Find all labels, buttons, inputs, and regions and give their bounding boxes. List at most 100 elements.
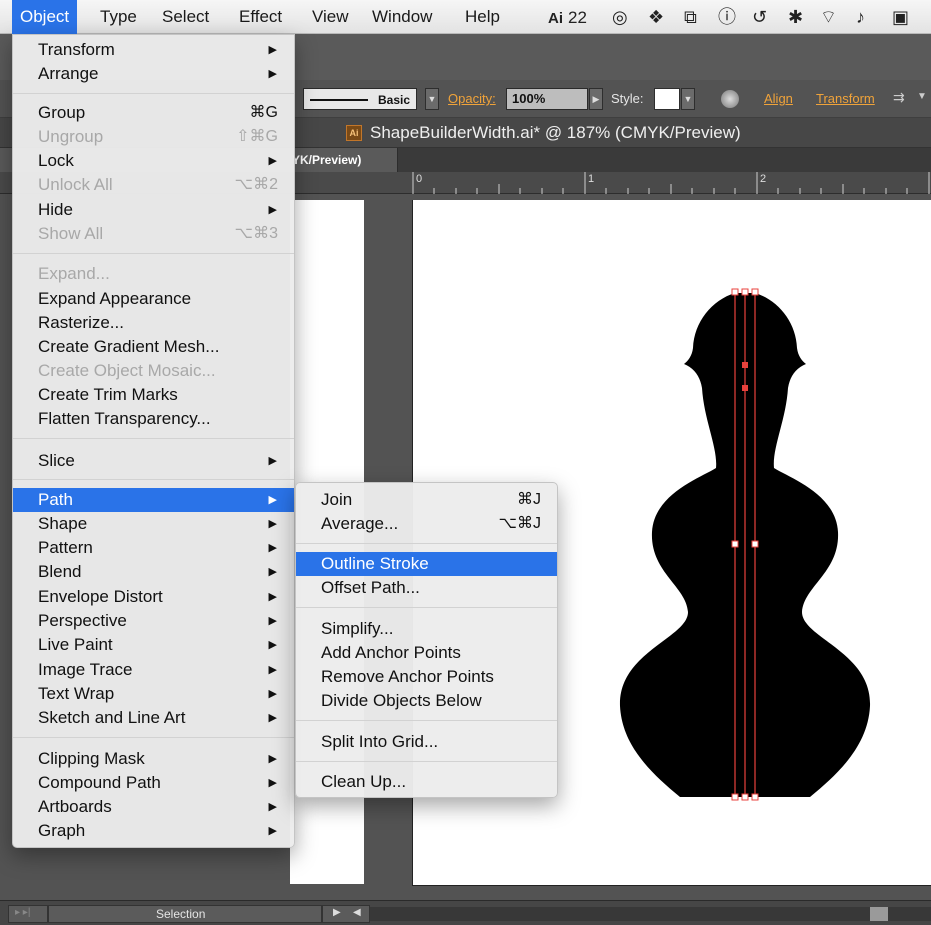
menu-item-live-paint[interactable]: Live Paint ▶ [13, 633, 294, 657]
menu-item-pattern[interactable]: Pattern ▶ [13, 536, 294, 560]
menu-shortcut: ⌥⌘3 [234, 225, 278, 242]
menu-shortcut: ⌥⌘J [498, 515, 541, 532]
menu-item-join[interactable]: Join ⌘J [296, 488, 557, 512]
menu-item-label: Average... [321, 514, 399, 533]
path-submenu: Join ⌘J Average... ⌥⌘J Outline Stroke Offs… [295, 482, 558, 798]
menu-item-label: Flatten Transparency... [38, 409, 211, 428]
menu-item-outline-stroke[interactable]: Outline Stroke [296, 552, 557, 576]
menu-item-envelope-distort[interactable]: Envelope Distort ▶ [13, 585, 294, 609]
menu-item-label: Sketch and Line Art [38, 708, 186, 727]
submenu-arrow-icon: ▶ [268, 801, 277, 813]
menu-item-label: Rasterize... [38, 313, 124, 332]
menu-item-label: Pattern [38, 538, 93, 557]
submenu-arrow-icon: ▶ [268, 204, 277, 216]
menu-separator [296, 607, 557, 608]
object-menu: Transform ▶ Arrange ▶ Group ⌘G Ungroup ⇧⌘G L… [12, 34, 295, 848]
menu-item-transform[interactable]: Transform ▶ [13, 38, 294, 62]
menu-item-clipping-mask[interactable]: Clipping Mask ▶ [13, 747, 294, 771]
menu-item-divide-objects-below[interactable]: Divide Objects Below [296, 689, 557, 713]
menu-shortcut: ⇧⌘G [236, 128, 278, 145]
menu-item-label: Add Anchor Points [321, 643, 461, 662]
menu-shortcut: ⌘J [517, 491, 541, 508]
menu-item-compound-path[interactable]: Compound Path ▶ [13, 771, 294, 795]
menu-shortcut: ⌥⌘2 [234, 176, 278, 193]
menu-item-label: Graph [38, 821, 86, 840]
menu-item-label: Path [38, 490, 73, 509]
menu-item-label: Blend [38, 562, 82, 581]
submenu-arrow-icon: ▶ [268, 712, 277, 724]
menu-separator [13, 438, 294, 439]
menu-item-simplify[interactable]: Simplify... [296, 617, 557, 641]
submenu-arrow-icon: ▶ [268, 566, 277, 578]
scrollbar-thumb[interactable] [870, 907, 888, 921]
previous-artboard-icon[interactable]: ▸ ▸| [15, 907, 30, 918]
menu-item-lock[interactable]: Lock ▶ [13, 149, 294, 173]
menu-item-expand-appearance[interactable]: Expand Appearance [13, 287, 294, 311]
menu-item-average[interactable]: Average... ⌥⌘J [296, 512, 557, 536]
menu-item-label: Outline Stroke [321, 554, 429, 573]
submenu-arrow-icon: ▶ [268, 825, 277, 837]
menu-item-rasterize[interactable]: Rasterize... [13, 311, 294, 335]
submenu-arrow-icon: ▶ [268, 68, 277, 80]
submenu-arrow-icon: ▶ [268, 639, 277, 651]
menu-item-label: Perspective [38, 611, 127, 630]
menu-item-label: Simplify... [321, 619, 394, 638]
submenu-arrow-icon: ▶ [268, 542, 277, 554]
menu-item-shape[interactable]: Shape ▶ [13, 512, 294, 536]
menu-item-clean-up[interactable]: Clean Up... [296, 770, 557, 794]
menu-item-text-wrap[interactable]: Text Wrap ▶ [13, 682, 294, 706]
menu-item-expand[interactable]: Expand... [13, 262, 294, 286]
menu-separator [296, 720, 557, 721]
menu-item-label: Lock [38, 151, 74, 170]
artboard-navigation[interactable]: ▸ ▸| [8, 905, 48, 923]
submenu-arrow-icon: ▶ [268, 777, 277, 789]
submenu-arrow-icon: ▶ [268, 155, 277, 167]
submenu-arrow-icon: ▶ [268, 44, 277, 56]
menu-item-path[interactable]: Path ▶ [13, 488, 294, 512]
scroll-left-icon[interactable]: ◀ [353, 907, 361, 918]
menu-item-artboards[interactable]: Artboards ▶ [13, 795, 294, 819]
menu-item-label: Envelope Distort [38, 587, 163, 606]
menu-item-group[interactable]: Group ⌘G [13, 101, 294, 125]
menu-separator [13, 253, 294, 254]
menu-item-hide[interactable]: Hide ▶ [13, 198, 294, 222]
menu-item-label: Show All [38, 224, 104, 243]
menu-item-create-trim-marks[interactable]: Create Trim Marks [13, 383, 294, 407]
menu-separator [296, 543, 557, 544]
menu-item-offset-path[interactable]: Offset Path... [296, 576, 557, 600]
scroll-right-icon[interactable]: ▶ [333, 907, 341, 918]
submenu-arrow-icon: ▶ [268, 688, 277, 700]
status-scroll-arrows[interactable]: ▶ ◀ [322, 905, 370, 923]
menu-item-show-all[interactable]: Show All ⌥⌘3 [13, 222, 294, 246]
menu-item-label: Expand... [38, 264, 110, 283]
menu-item-label: Clean Up... [321, 772, 407, 791]
submenu-arrow-icon: ▶ [268, 455, 277, 467]
menu-item-label: Group [38, 103, 86, 122]
menu-item-slice[interactable]: Slice ▶ [13, 449, 294, 473]
menu-item-graph[interactable]: Graph ▶ [13, 819, 294, 843]
menu-item-sketch-and-line-art[interactable]: Sketch and Line Art ▶ [13, 706, 294, 730]
menu-item-create-gradient-mesh[interactable]: Create Gradient Mesh... [13, 335, 294, 359]
menu-item-label: Slice [38, 451, 75, 470]
horizontal-scrollbar[interactable] [370, 907, 931, 921]
menu-item-arrange[interactable]: Arrange ▶ [13, 62, 294, 86]
menu-item-label: Arrange [38, 64, 99, 83]
menu-item-perspective[interactable]: Perspective ▶ [13, 609, 294, 633]
menu-item-label: Join [321, 490, 353, 509]
menu-separator [13, 737, 294, 738]
menu-item-image-trace[interactable]: Image Trace ▶ [13, 658, 294, 682]
menu-item-label: Create Trim Marks [38, 385, 178, 404]
menu-item-add-anchor-points[interactable]: Add Anchor Points [296, 641, 557, 665]
submenu-arrow-icon: ▶ [268, 615, 277, 627]
menu-item-create-object-mosaic[interactable]: Create Object Mosaic... [13, 359, 294, 383]
submenu-arrow-icon: ▶ [268, 664, 277, 676]
menu-item-label: Unlock All [38, 175, 113, 194]
menu-item-unlock-all[interactable]: Unlock All ⌥⌘2 [13, 173, 294, 197]
menu-item-label: Split Into Grid... [321, 732, 439, 751]
menu-item-ungroup[interactable]: Ungroup ⇧⌘G [13, 125, 294, 149]
menu-item-blend[interactable]: Blend ▶ [13, 560, 294, 584]
menu-item-flatten-transparency[interactable]: Flatten Transparency... [13, 407, 294, 431]
menu-item-split-into-grid[interactable]: Split Into Grid... [296, 730, 557, 754]
submenu-arrow-icon: ▶ [268, 591, 277, 603]
menu-item-remove-anchor-points[interactable]: Remove Anchor Points [296, 665, 557, 689]
